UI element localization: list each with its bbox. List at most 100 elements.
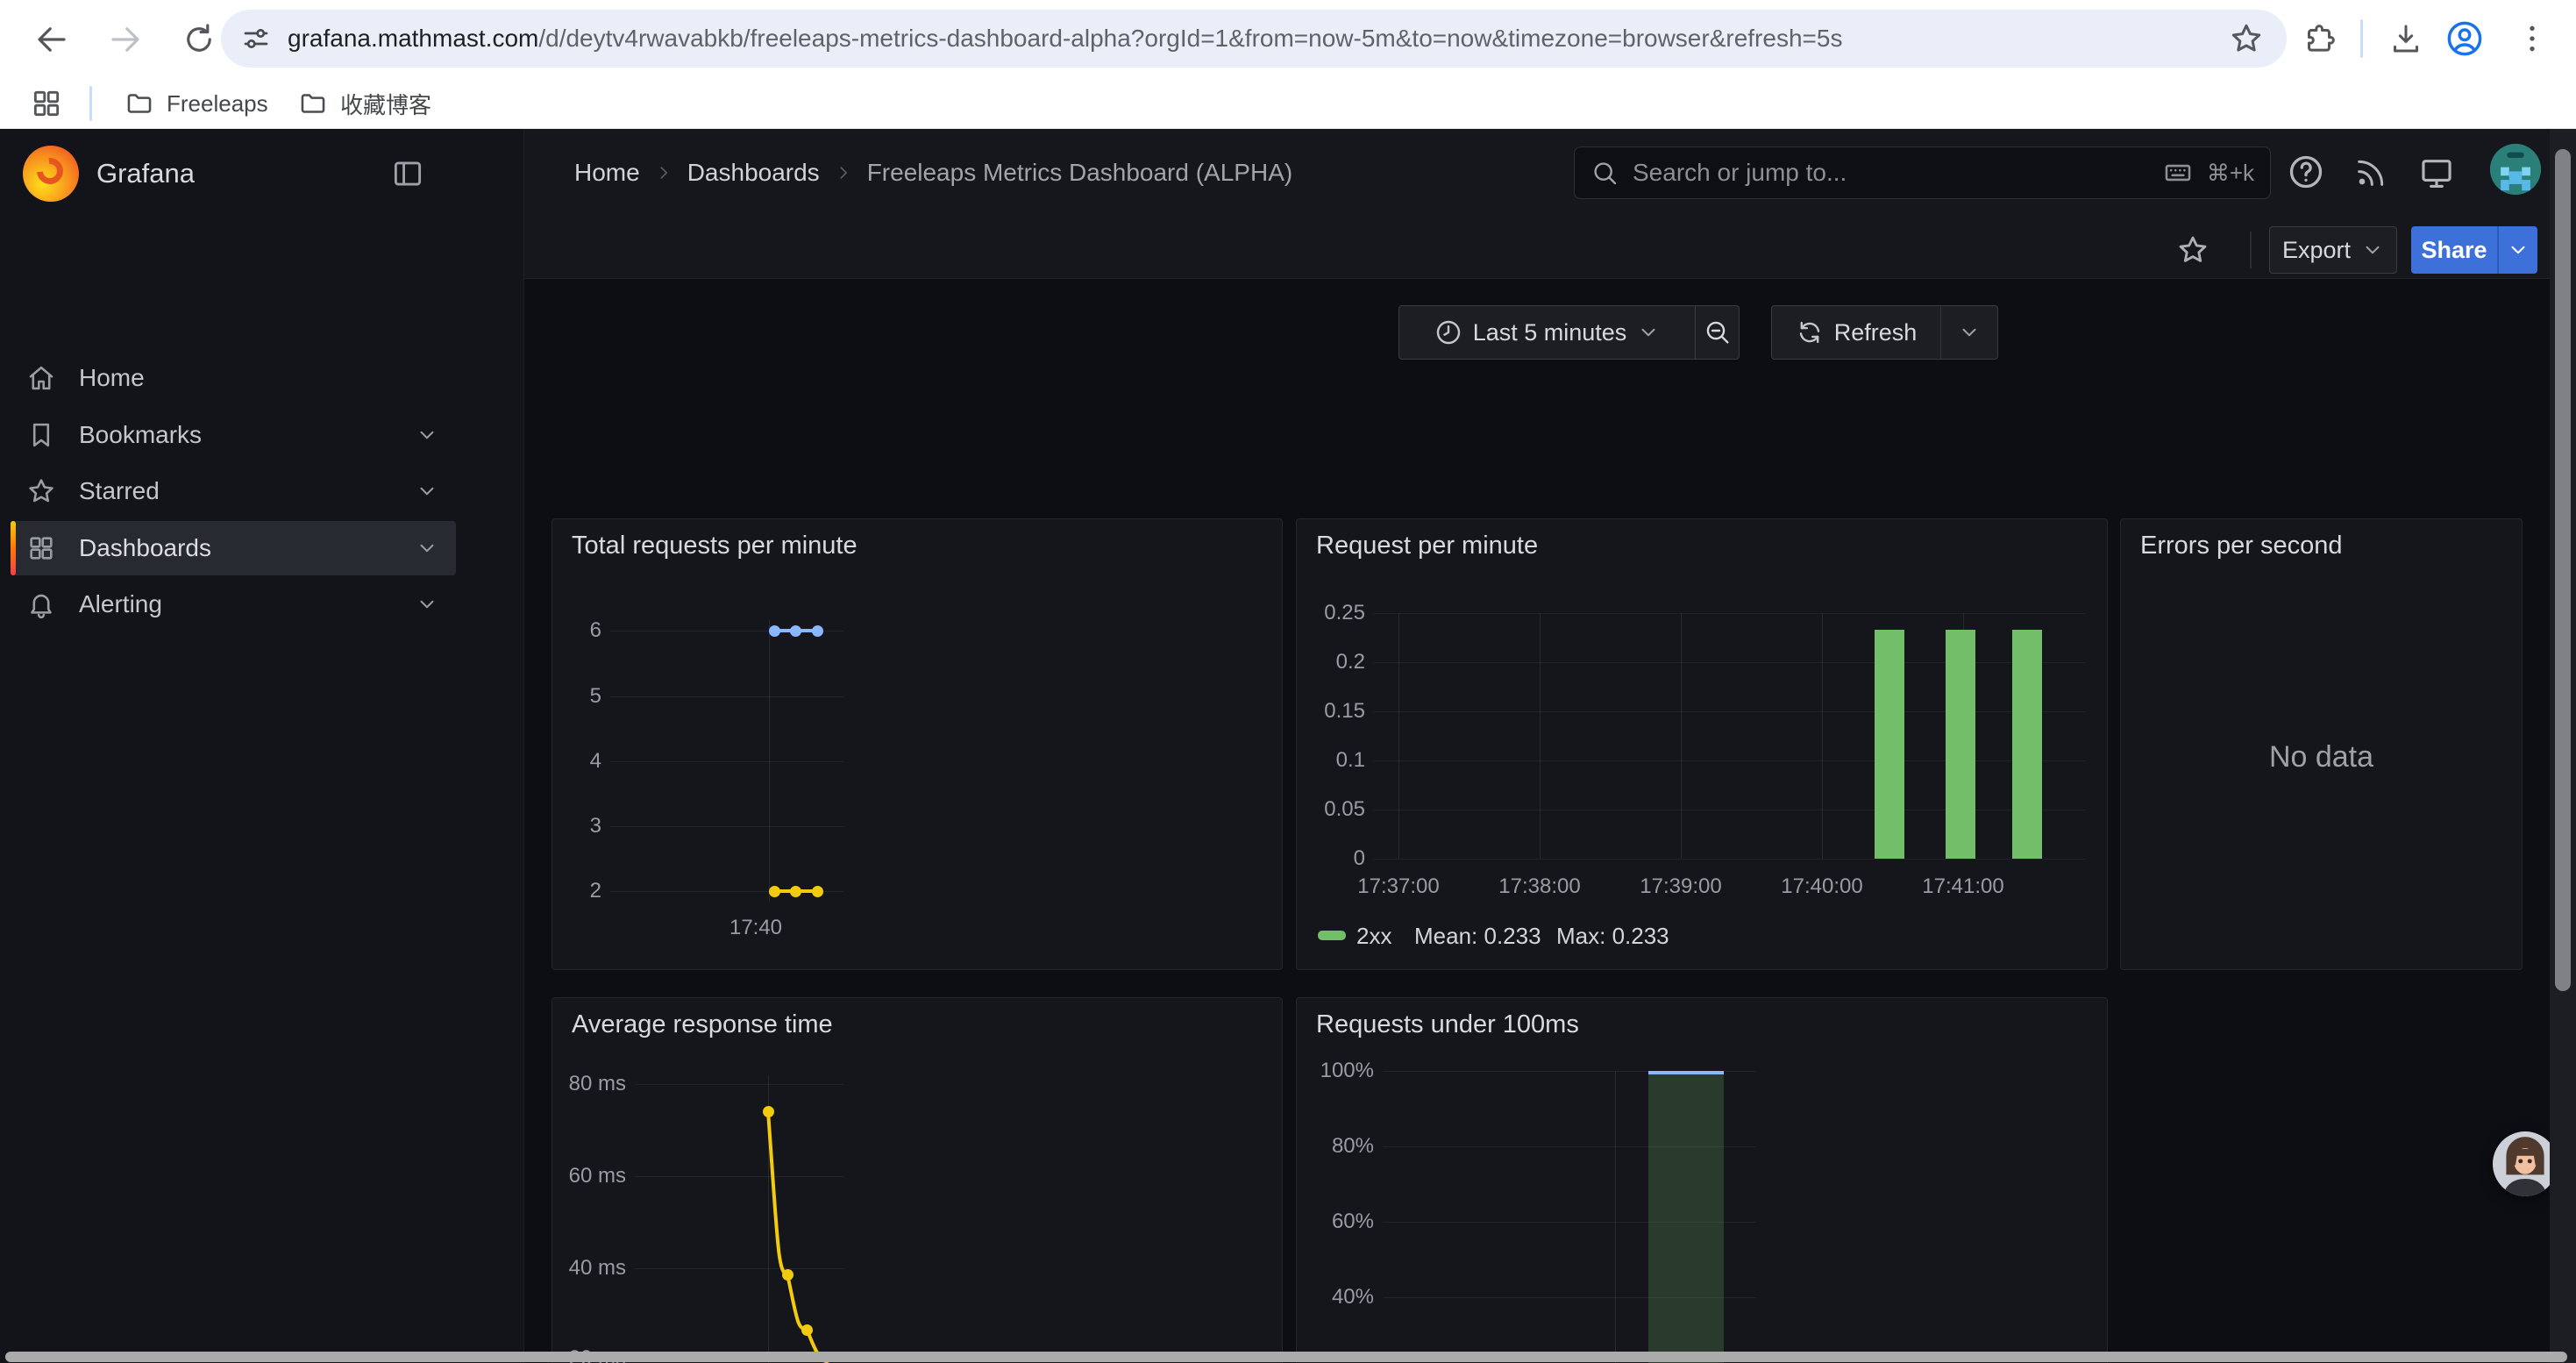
gridline — [610, 761, 843, 762]
y-axis-tick: 3 — [552, 814, 601, 838]
share-menu-button[interactable] — [2499, 226, 2537, 274]
floating-avatar[interactable] — [2493, 1131, 2558, 1196]
bookmark-star-icon[interactable] — [2229, 21, 2264, 56]
horizontal-scrollbar-thumb[interactable] — [5, 1352, 2567, 1362]
share-label: Share — [2421, 237, 2487, 264]
gridline — [1615, 1071, 1616, 1363]
search-icon — [1590, 159, 1619, 187]
data-point — [812, 886, 823, 897]
panel-title[interactable]: Errors per second — [2140, 532, 2343, 560]
chevron-right-icon — [834, 163, 853, 182]
share-button[interactable]: Share — [2411, 226, 2497, 274]
home-icon — [26, 363, 60, 393]
refresh-button[interactable]: Refresh — [1771, 305, 1941, 360]
time-range-picker[interactable]: Last 5 minutes — [1398, 305, 1696, 360]
gridline — [610, 696, 843, 697]
sidebar-item-starred[interactable]: Starred — [11, 464, 456, 518]
export-button[interactable]: Export — [2269, 226, 2397, 274]
chevron-right-icon — [654, 163, 673, 182]
news-rss-icon[interactable] — [2353, 155, 2388, 190]
data-point — [769, 886, 780, 897]
y-axis-tick: 0.05 — [1297, 797, 1365, 822]
breadcrumb-item[interactable]: Dashboards — [687, 159, 820, 187]
url-text[interactable]: grafana.mathmast.com/d/deytv4rwavabkb/fr… — [288, 25, 2229, 53]
browser-toolbar: grafana.mathmast.com/d/deytv4rwavabkb/fr… — [0, 0, 2576, 77]
chevron-down-icon[interactable] — [416, 424, 438, 446]
bar — [2012, 630, 2042, 859]
sidebar-item-dashboards[interactable]: Dashboards — [11, 521, 456, 575]
chevron-down-icon[interactable] — [416, 537, 438, 560]
y-axis-tick: 0.15 — [1297, 699, 1365, 724]
panel-title[interactable]: Total requests per minute — [572, 532, 857, 560]
x-axis-tick: 17:37:00 — [1320, 874, 1477, 899]
gridline — [1681, 613, 1682, 859]
panel-average-response-time: Average response time80 ms60 ms40 ms20 m… — [551, 997, 1283, 1363]
downloads-icon[interactable] — [2388, 22, 2423, 57]
area-fill — [1648, 1071, 1724, 1363]
data-point — [801, 1324, 813, 1336]
browser-reload-icon[interactable] — [181, 21, 217, 58]
browser-menu-icon[interactable] — [2515, 21, 2550, 56]
chevron-down-icon — [2507, 239, 2530, 261]
browser-profile-icon[interactable] — [2444, 18, 2485, 59]
bookmarks-divider — [89, 86, 92, 121]
folder-icon — [298, 89, 328, 118]
bookmark-folder-blogs[interactable]: 收藏博客 — [298, 84, 431, 123]
search-box[interactable]: ⌘+k — [1574, 146, 2271, 199]
vertical-scrollbar-thumb[interactable] — [2555, 149, 2571, 991]
x-axis-tick: 17:39:00 — [1602, 874, 1760, 899]
extensions-icon[interactable] — [2302, 22, 2338, 57]
apps-grid-icon[interactable] — [30, 87, 63, 120]
refresh-label: Refresh — [1834, 319, 1918, 346]
bar — [1946, 630, 1975, 859]
gridline — [1398, 613, 1399, 859]
y-axis-tick: 6 — [552, 618, 601, 643]
legend-stat: Max: 0.233 — [1556, 923, 1669, 950]
zoom-out-button[interactable] — [1696, 305, 1740, 360]
browser-forward-icon[interactable] — [107, 21, 144, 58]
bookmark-label: Freeleaps — [167, 90, 268, 118]
legend-cell[interactable]: 2xx — [1356, 923, 1391, 950]
help-icon[interactable] — [2287, 153, 2325, 191]
y-axis-tick: 100% — [1297, 1059, 1374, 1083]
search-input[interactable] — [1633, 159, 2149, 187]
panel-title[interactable]: Request per minute — [1316, 532, 1538, 560]
y-axis-tick: 5 — [552, 684, 601, 709]
gridline — [1374, 859, 2086, 860]
y-axis-tick: 0.1 — [1297, 748, 1365, 773]
panel-title[interactable]: Requests under 100ms — [1316, 1010, 1579, 1039]
refresh-interval-button[interactable] — [1940, 305, 1998, 360]
browser-back-icon[interactable] — [33, 21, 70, 58]
legend-stat: Mean: 0.233 — [1414, 923, 1541, 950]
panel-total-requests-per-minute: Total requests per minute6543217:40NameM… — [551, 518, 1283, 970]
share-split-button: Share — [2411, 226, 2537, 274]
sidebar-item-bookmarks[interactable]: Bookmarks — [11, 408, 456, 462]
brand-title: Grafana — [96, 158, 195, 189]
bookmark-folder-freeleaps[interactable]: Freeleaps — [125, 84, 268, 123]
site-settings-icon[interactable] — [240, 23, 272, 54]
sidebar-item-label: Starred — [79, 477, 416, 505]
sidebar-item-home[interactable]: Home — [11, 351, 456, 405]
gridline — [1374, 662, 2086, 663]
no-data-message: No data — [2121, 740, 2522, 774]
kiosk-monitor-icon[interactable] — [2418, 154, 2455, 191]
chevron-down-icon[interactable] — [416, 480, 438, 503]
y-axis-tick: 0 — [1297, 846, 1365, 871]
sidebar-item-label: Home — [79, 364, 456, 392]
breadcrumb-item[interactable]: Home — [574, 159, 640, 187]
chevron-down-icon[interactable] — [416, 593, 438, 616]
address-bar[interactable]: grafana.mathmast.com/d/deytv4rwavabkb/fr… — [221, 10, 2287, 68]
series-swatch[interactable] — [1318, 931, 1346, 940]
sidebar-item-alerting[interactable]: Alerting — [11, 577, 456, 632]
y-axis-tick: 2 — [552, 879, 601, 903]
data-point — [790, 625, 801, 637]
favorite-star-icon[interactable] — [2176, 233, 2210, 267]
toolbar-divider — [2250, 232, 2252, 268]
export-label: Export — [2282, 237, 2351, 264]
grafana-logo-icon[interactable] — [23, 146, 79, 202]
sidebar-item-label: Dashboards — [79, 534, 416, 562]
panel-requests-under-100ms: Requests under 100ms100%80%60%40%20%0%17… — [1296, 997, 2108, 1363]
user-avatar[interactable] — [2490, 144, 2541, 195]
dashboards-grid-icon — [26, 533, 60, 563]
dock-sidebar-icon[interactable] — [391, 157, 424, 190]
